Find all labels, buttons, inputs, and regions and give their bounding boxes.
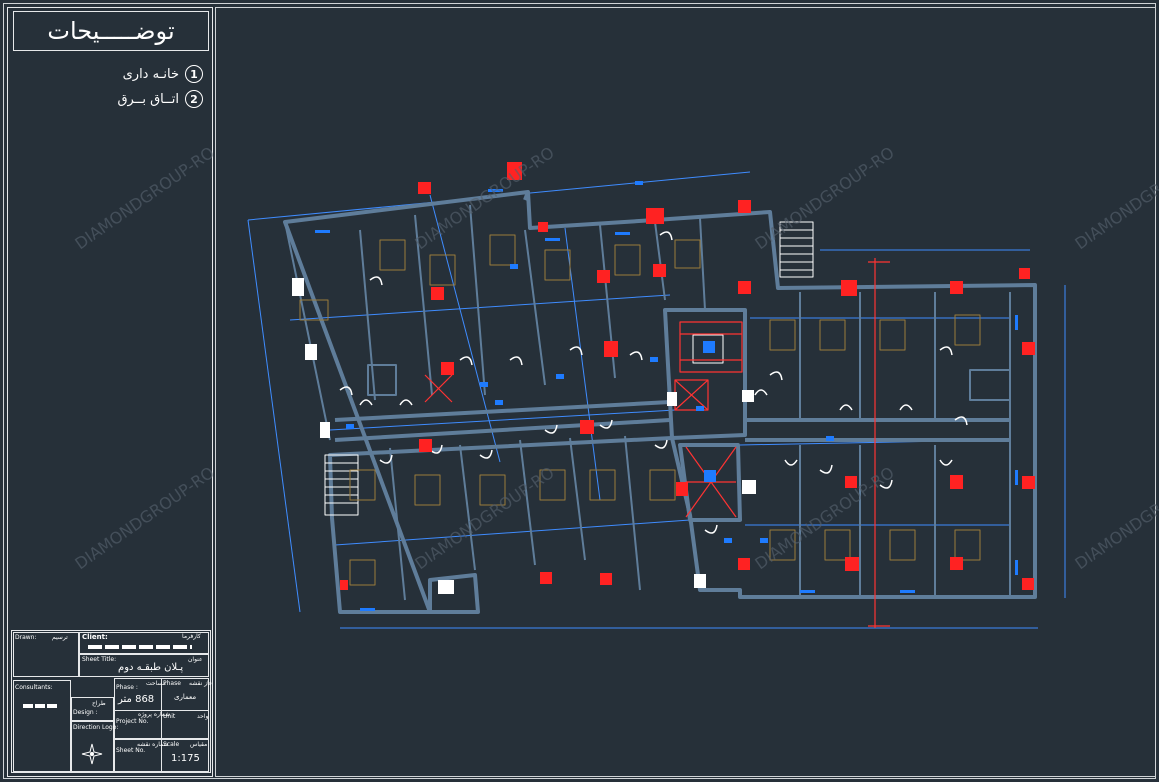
watermark: DIAMONDGROUP-RO DIAMONDGROUP-RO DIAMONDG…	[71, 143, 1159, 573]
svg-text:DIAMONDGROUP-RO: DIAMONDGROUP-RO	[751, 143, 897, 253]
svg-text:DIAMONDGROUP-RO: DIAMONDGROUP-RO	[411, 463, 557, 573]
svg-text:DIAMONDGROUP-RO: DIAMONDGROUP-RO	[1071, 463, 1159, 573]
svg-text:DIAMONDGROUP-RO: DIAMONDGROUP-RO	[411, 143, 557, 253]
svg-text:DIAMONDGROUP-RO: DIAMONDGROUP-RO	[71, 143, 217, 253]
svg-text:DIAMONDGROUP-RO: DIAMONDGROUP-RO	[1071, 143, 1159, 253]
svg-text:DIAMONDGROUP-RO: DIAMONDGROUP-RO	[71, 463, 217, 573]
floor-plan: DIAMONDGROUP-RO DIAMONDGROUP-RO DIAMONDG…	[71, 143, 1159, 629]
